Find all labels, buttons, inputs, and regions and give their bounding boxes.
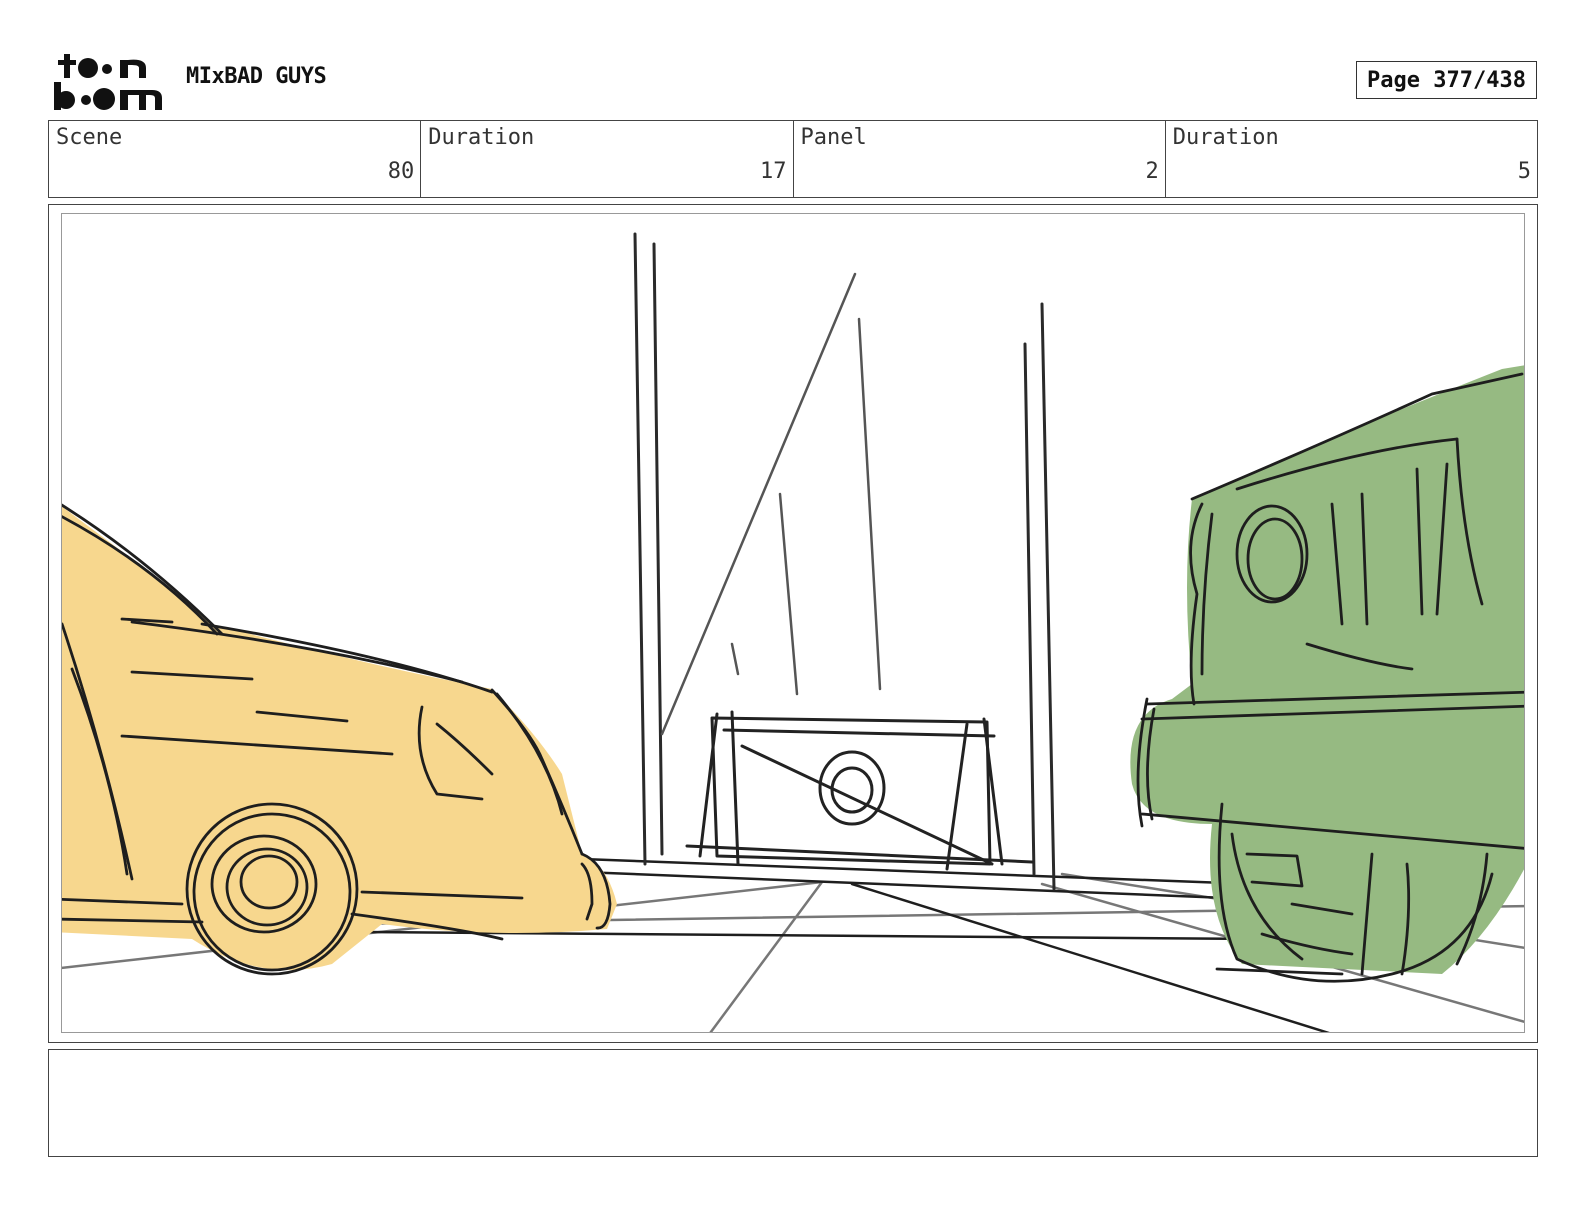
scene-duration-cell: Duration 17	[421, 121, 794, 197]
panel-duration-value: 5	[1517, 159, 1531, 184]
panel-cell: Panel 2	[794, 121, 1166, 197]
panel-value: 2	[1145, 159, 1159, 184]
scene-duration-value: 17	[760, 159, 787, 184]
page-indicator: Page 377/438	[1356, 61, 1537, 99]
storyboard-panel-frame	[48, 204, 1538, 1043]
panel-duration-label: Duration	[1172, 125, 1279, 150]
scene-duration-label: Duration	[428, 125, 535, 150]
storyboard-panel-image	[61, 213, 1525, 1033]
project-title: MIxBAD GUYS	[186, 64, 327, 89]
scene-cell: Scene 80	[49, 121, 422, 197]
panel-sketch	[62, 232, 1524, 1032]
page-label: Page	[1367, 67, 1420, 93]
scene-label: Scene	[56, 125, 123, 150]
panel-label: Panel	[800, 125, 867, 150]
page-number: 377/438	[1433, 67, 1526, 93]
panel-duration-cell: Duration 5	[1166, 121, 1537, 197]
scene-info-row: Scene 80 Duration 17 Panel 2 Duration 5	[48, 120, 1538, 198]
toon-boom-logo	[52, 52, 164, 112]
panel-notes-box	[48, 1049, 1538, 1157]
scene-value: 80	[387, 159, 415, 184]
